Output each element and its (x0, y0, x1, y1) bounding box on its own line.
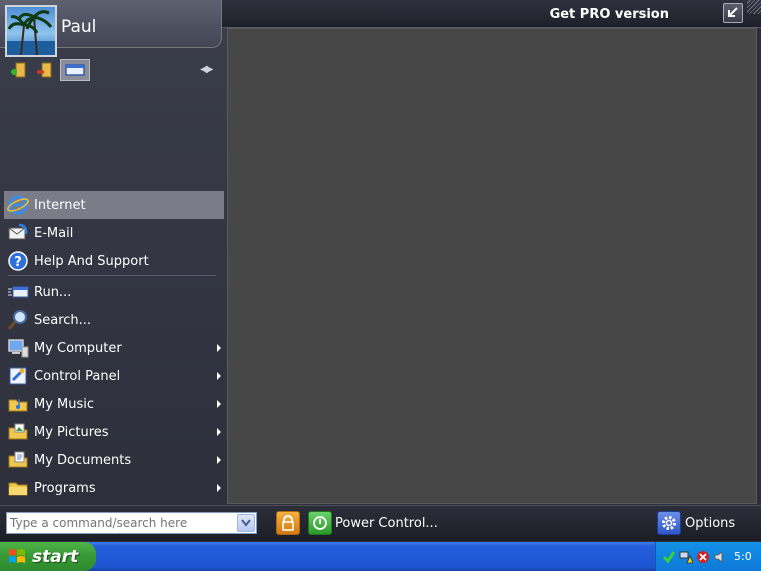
submenu-arrow-icon (217, 400, 221, 408)
arrow-down-left-icon (728, 7, 738, 17)
email-icon (5, 221, 31, 245)
add-user-button[interactable] (8, 59, 30, 81)
lock-icon (282, 515, 294, 531)
menu-item-label: Control Panel (34, 368, 121, 384)
system-tray: 5:0 (655, 542, 761, 571)
speaker-icon[interactable] (713, 550, 727, 564)
options-label[interactable]: Options (685, 516, 735, 531)
content-panel (227, 28, 757, 504)
power-control-label[interactable]: Power Control... (335, 516, 438, 531)
options-button[interactable] (657, 511, 681, 535)
menu-item-search[interactable]: Search... (4, 306, 224, 334)
programs-folder-icon (5, 476, 31, 500)
view-toggle-button[interactable] (60, 59, 90, 81)
user-header: Paul (0, 0, 222, 57)
user-toolbar (8, 59, 90, 81)
menu-item-programs[interactable]: Programs (4, 474, 224, 502)
menu-item-my-computer[interactable]: My Computer (4, 334, 224, 362)
window-edge (757, 28, 761, 504)
menu-item-run[interactable]: Run... (4, 278, 224, 306)
security-shield-icon[interactable] (662, 550, 676, 564)
menu-item-label: Help And Support (34, 253, 149, 269)
menu-item-label: Programs (34, 480, 96, 496)
remove-folder-icon (37, 62, 52, 78)
submenu-arrow-icon (217, 428, 221, 436)
network-warning-icon[interactable] (679, 550, 693, 564)
start-menu-window: Get PRO version Paul ◀▶ Internet E-Mail … (0, 0, 761, 571)
chevron-down-icon (241, 519, 251, 527)
search-dropdown-button[interactable] (237, 514, 255, 532)
menu-item-internet[interactable]: Internet (4, 191, 224, 219)
computer-icon (5, 336, 31, 360)
clock[interactable]: 5:0 (734, 550, 752, 563)
music-folder-icon (5, 392, 31, 416)
search-icon (5, 308, 31, 332)
documents-folder-icon (5, 448, 31, 472)
submenu-arrow-icon (217, 372, 221, 380)
menu-item-label: My Computer (34, 340, 122, 356)
menu-item-my-music[interactable]: My Music (4, 390, 224, 418)
menu-item-label: My Music (34, 396, 95, 412)
command-search-box (6, 512, 257, 534)
lock-button[interactable] (276, 511, 300, 535)
power-button[interactable] (308, 511, 332, 535)
menu-item-control-panel[interactable]: Control Panel (4, 362, 224, 390)
svg-text:?: ? (14, 255, 22, 270)
remove-user-button[interactable] (34, 59, 56, 81)
menu-item-label: Search... (34, 312, 92, 328)
menu-item-label: My Pictures (34, 424, 109, 440)
windows-logo-icon (9, 548, 25, 563)
submenu-arrow-icon (217, 456, 221, 464)
submenu-arrow-icon (217, 344, 221, 352)
gear-icon (662, 516, 676, 530)
menu-list: Internet E-Mail ? Help And Support Run..… (4, 191, 224, 502)
run-icon (5, 280, 31, 304)
control-panel-icon (5, 364, 31, 388)
palm-trees-icon (7, 10, 55, 55)
pictures-folder-icon (5, 420, 31, 444)
bottom-bar: Power Control... Options (0, 505, 761, 541)
internet-explorer-icon (5, 193, 31, 217)
menu-item-label: My Documents (34, 452, 132, 468)
left-right-arrows-icon[interactable]: ◀▶ (200, 64, 213, 75)
menu-item-help[interactable]: ? Help And Support (4, 247, 224, 275)
collapse-button[interactable] (723, 3, 743, 23)
alert-shield-icon[interactable] (696, 550, 710, 564)
user-name: Paul (61, 17, 97, 37)
menu-item-my-documents[interactable]: My Documents (4, 446, 224, 474)
submenu-arrow-icon (217, 484, 221, 492)
taskbar: start 5:0 (0, 542, 761, 571)
menu-item-my-pictures[interactable]: My Pictures (4, 418, 224, 446)
help-icon: ? (5, 249, 31, 273)
command-search-input[interactable] (7, 513, 236, 533)
start-button[interactable]: start (0, 542, 96, 571)
get-pro-link[interactable]: Get PRO version (550, 7, 669, 22)
resize-grip[interactable] (747, 0, 761, 14)
avatar[interactable] (5, 5, 57, 57)
add-folder-icon (11, 62, 26, 78)
window-icon (65, 64, 85, 76)
start-label: start (32, 546, 79, 567)
menu-item-email[interactable]: E-Mail (4, 219, 224, 247)
top-bar: Get PRO version (220, 0, 761, 28)
power-icon (313, 516, 327, 530)
menu-item-label: E-Mail (34, 225, 74, 241)
menu-item-label: Run... (34, 284, 72, 300)
menu-item-label: Internet (34, 197, 86, 213)
